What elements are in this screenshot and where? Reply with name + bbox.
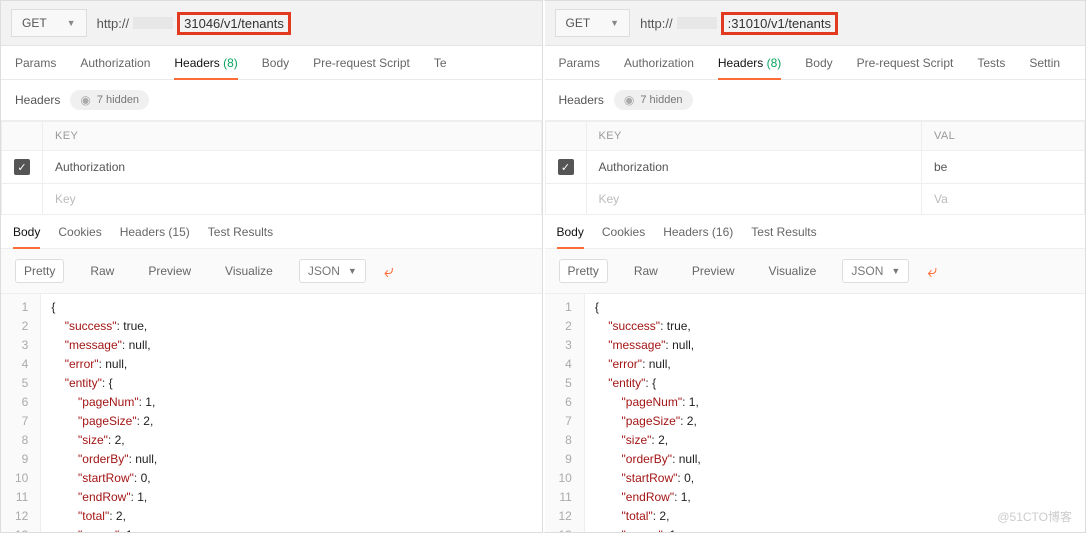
method-select[interactable]: GET ▼ xyxy=(555,9,631,37)
resp-tab-body[interactable]: Body xyxy=(557,225,584,249)
format-select[interactable]: JSON ▼ xyxy=(299,259,366,283)
resp-tab-body[interactable]: Body xyxy=(13,225,40,249)
tab-te[interactable]: Te xyxy=(434,56,447,79)
headers-toolbar: Headers ◉7 hidden xyxy=(545,80,1086,121)
headers-table: KEY ✓ Authorization Key xyxy=(1,121,542,215)
request-tabs: Params Authorization Headers (8) Body Pre-re… xyxy=(545,46,1086,80)
left-panel: GET ▼ http:// 31046/v1/tenants Params Auth… xyxy=(0,0,543,533)
caret-icon: ▼ xyxy=(610,18,619,28)
response-body[interactable]: 1234567891011121314 { "success": true, "… xyxy=(1,294,542,532)
resp-tab-test-results[interactable]: Test Results xyxy=(208,225,273,248)
tab-body[interactable]: Body xyxy=(262,56,289,79)
caret-icon: ▼ xyxy=(348,266,357,276)
url-prefix: http:// xyxy=(97,16,130,31)
request-bar: GET ▼ http:// :31010/v1/tenants xyxy=(545,1,1086,46)
url-field[interactable]: http:// :31010/v1/tenants xyxy=(640,12,838,35)
raw-btn[interactable]: Raw xyxy=(82,260,122,282)
resp-tab-headers[interactable]: Headers (15) xyxy=(120,225,190,248)
watermark: @51CTO博客 xyxy=(997,508,1072,525)
col-key: KEY xyxy=(586,122,921,151)
row-checkbox[interactable]: ✓ xyxy=(14,159,30,175)
url-box: :31010/v1/tenants xyxy=(721,12,838,35)
raw-btn[interactable]: Raw xyxy=(626,260,666,282)
tab-authorization[interactable]: Authorization xyxy=(624,56,694,79)
request-bar: GET ▼ http:// 31046/v1/tenants xyxy=(1,1,542,46)
tab-pre-request-script[interactable]: Pre-request Script xyxy=(313,56,410,79)
tab-body[interactable]: Body xyxy=(805,56,832,79)
url-prefix: http:// xyxy=(640,16,673,31)
key-input[interactable]: Key xyxy=(43,184,542,215)
tab-params[interactable]: Params xyxy=(559,56,600,79)
eye-icon: ◉ xyxy=(80,93,90,107)
right-panel: GET ▼ http:// :31010/v1/tenants Params Aut… xyxy=(543,0,1086,533)
pretty-btn[interactable]: Pretty xyxy=(559,259,608,283)
resp-tab-test-results[interactable]: Test Results xyxy=(751,225,816,248)
caret-icon: ▼ xyxy=(67,18,76,28)
tab-authorization[interactable]: Authorization xyxy=(80,56,150,79)
auth-row[interactable]: Authorization xyxy=(586,151,921,184)
pretty-btn[interactable]: Pretty xyxy=(15,259,64,283)
url-box: 31046/v1/tenants xyxy=(177,12,291,35)
headers-table: KEYVAL ✓ Authorizationbe KeyVa xyxy=(545,121,1086,215)
headers-label: Headers xyxy=(559,93,604,107)
eye-icon: ◉ xyxy=(624,93,634,107)
value-input[interactable]: Va xyxy=(921,184,1084,215)
code-lines: { "success": true, "message": null, "err… xyxy=(585,294,711,532)
caret-icon: ▼ xyxy=(891,266,900,276)
code-lines: { "success": true, "message": null, "err… xyxy=(41,294,167,532)
resp-tab-cookies[interactable]: Cookies xyxy=(58,225,101,248)
tab-tests[interactable]: Tests xyxy=(977,56,1005,79)
tab-settin[interactable]: Settin xyxy=(1029,56,1060,79)
tab-pre-request-script[interactable]: Pre-request Script xyxy=(857,56,954,79)
response-toolbar: Pretty Raw Preview Visualize JSON ▼ ⤶ xyxy=(545,249,1086,294)
col-key: KEY xyxy=(43,122,542,151)
gutter: 1234567891011121314 xyxy=(1,294,41,532)
response-tabs: Body Cookies Headers (16) Test Results xyxy=(545,215,1086,249)
col-value: VAL xyxy=(921,122,1084,151)
headers-toolbar: Headers ◉7 hidden xyxy=(1,80,542,121)
hidden-pill[interactable]: ◉7 hidden xyxy=(70,90,149,110)
auth-value[interactable]: be xyxy=(921,151,1084,184)
resp-tab-headers[interactable]: Headers (16) xyxy=(663,225,733,248)
method-label: GET xyxy=(566,16,591,30)
tab-params[interactable]: Params xyxy=(15,56,56,79)
wrap-icon[interactable]: ⤶ xyxy=(927,261,937,282)
gutter: 1234567891011121314 xyxy=(545,294,585,532)
method-select[interactable]: GET ▼ xyxy=(11,9,87,37)
wrap-icon[interactable]: ⤶ xyxy=(384,261,394,282)
format-select[interactable]: JSON ▼ xyxy=(842,259,909,283)
request-tabs: Params Authorization Headers (8) Body Pre-re… xyxy=(1,46,542,80)
key-input[interactable]: Key xyxy=(586,184,921,215)
auth-row[interactable]: Authorization xyxy=(43,151,542,184)
response-toolbar: Pretty Raw Preview Visualize JSON ▼ ⤶ xyxy=(1,249,542,294)
headers-label: Headers xyxy=(15,93,60,107)
resp-tab-cookies[interactable]: Cookies xyxy=(602,225,645,248)
hidden-pill[interactable]: ◉7 hidden xyxy=(614,90,693,110)
preview-btn[interactable]: Preview xyxy=(684,260,743,282)
url-host-mask xyxy=(677,17,717,29)
url-host-mask xyxy=(133,17,173,29)
visualize-btn[interactable]: Visualize xyxy=(761,260,825,282)
row-checkbox[interactable]: ✓ xyxy=(558,159,574,175)
panels: GET ▼ http:// 31046/v1/tenants Params Auth… xyxy=(0,0,1086,533)
method-label: GET xyxy=(22,16,47,30)
preview-btn[interactable]: Preview xyxy=(140,260,199,282)
url-field[interactable]: http:// 31046/v1/tenants xyxy=(97,12,291,35)
visualize-btn[interactable]: Visualize xyxy=(217,260,281,282)
tab-headers[interactable]: Headers (8) xyxy=(174,56,237,80)
response-body[interactable]: 1234567891011121314 { "success": true, "… xyxy=(545,294,1086,532)
response-tabs: Body Cookies Headers (15) Test Results xyxy=(1,215,542,249)
tab-headers[interactable]: Headers (8) xyxy=(718,56,781,80)
